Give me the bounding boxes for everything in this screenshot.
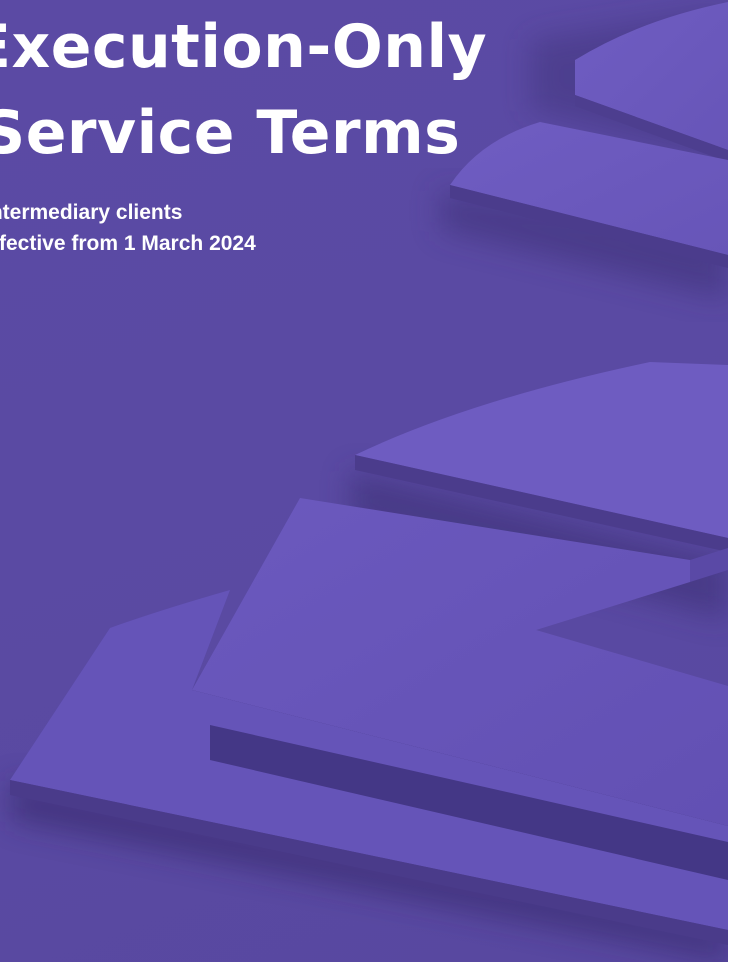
cover-page: Execution-Only Service Terms Intermediar… bbox=[0, 0, 728, 962]
effective-date-subtitle: Effective from 1 March 2024 bbox=[0, 232, 256, 255]
audience-subtitle: Intermediary clients bbox=[0, 201, 183, 224]
document-title-line-2: Service Terms bbox=[0, 98, 461, 168]
title-block: Execution-Only Service Terms Intermediar… bbox=[0, 0, 728, 300]
document-title-line-1: Execution-Only bbox=[0, 12, 488, 82]
